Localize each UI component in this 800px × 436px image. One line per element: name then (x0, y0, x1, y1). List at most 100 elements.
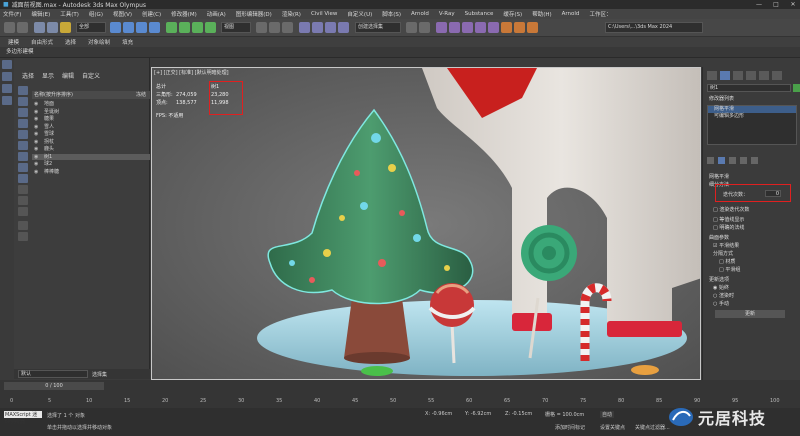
update-button[interactable]: 更新 (715, 310, 785, 318)
scene-menu-item-3[interactable]: 自定义 (82, 71, 100, 80)
modify-tab-icon[interactable] (720, 71, 730, 80)
rollout-title[interactable]: 网格平滑 (709, 173, 729, 180)
ribbon-tab-1[interactable]: 自由形式 (31, 38, 53, 46)
minimize-button[interactable]: — (752, 1, 766, 8)
scene-header[interactable]: 名称(按升序排序) 冻结 (32, 91, 150, 99)
pin-stack-icon[interactable] (707, 157, 714, 164)
modifier-list-dropdown[interactable]: 修改器列表 (707, 95, 797, 103)
time-slider[interactable]: 0 / 100 (4, 382, 104, 390)
coord-z[interactable]: Z: -0.15cm (505, 411, 532, 417)
maximize-button[interactable]: □ (769, 1, 783, 8)
ribbon-tab-2[interactable]: 选择 (65, 38, 76, 46)
update-always-radio[interactable]: ◉ 始终 (713, 284, 729, 291)
visibility-eye-icon[interactable]: ◉ (34, 169, 38, 175)
motion-tab-icon[interactable] (746, 71, 756, 80)
curve-editor-icon[interactable] (462, 22, 473, 33)
viewport-label[interactable]: [+] [正交] [标准] [默认明暗处理] (154, 69, 229, 76)
unlink-icon[interactable] (47, 22, 58, 33)
menu-item-14[interactable]: V-Ray (439, 11, 455, 17)
scale-icon[interactable] (192, 22, 203, 33)
link-icon[interactable] (34, 22, 45, 33)
sep-smoothgroup-checkbox[interactable]: □ 平滑组 (719, 266, 740, 273)
keyboard-shortcut-icon[interactable] (282, 22, 293, 33)
render-frame-icon[interactable] (514, 22, 525, 33)
select-filter-icon[interactable] (2, 60, 12, 69)
align-icon[interactable] (419, 22, 430, 33)
ribbon-tab-3[interactable]: 对象绘制 (88, 38, 110, 46)
selection-set-dropdown[interactable]: 默认 (18, 370, 88, 378)
visibility-eye-icon[interactable]: ◉ (34, 101, 38, 107)
lock-cell-editing-icon[interactable] (18, 232, 28, 241)
window-crossing-icon[interactable] (149, 22, 160, 33)
display-all-icon[interactable] (18, 185, 28, 194)
visibility-eye-icon[interactable]: ◉ (34, 161, 38, 167)
show-end-result-icon[interactable] (718, 157, 725, 164)
maxscript-listener[interactable]: MAXScript 迷你侦听器 (4, 411, 42, 425)
display-filter-icon[interactable] (2, 72, 12, 81)
isoline-checkbox[interactable]: □ 等值线显示 (713, 216, 744, 223)
visibility-eye-icon[interactable]: ◉ (34, 116, 38, 122)
undo-icon[interactable] (4, 22, 15, 33)
ribbon-tab-4[interactable]: 填充 (122, 38, 133, 46)
scene-row[interactable]: ◉ 圣诞树 (32, 109, 150, 115)
scene-row[interactable]: ◉ 雪人 (32, 124, 150, 130)
material-editor-icon[interactable] (488, 22, 499, 33)
key-filter-button[interactable]: 关键点过滤器... (635, 424, 670, 431)
pivot-icon[interactable] (256, 22, 267, 33)
xrefs-filter-icon[interactable] (18, 163, 28, 172)
visibility-eye-icon[interactable]: ◉ (34, 154, 38, 160)
render-iterations-checkbox[interactable]: □ 渲染迭代次数 (713, 206, 749, 213)
configure-sets-icon[interactable] (751, 157, 758, 164)
visibility-eye-icon[interactable]: ◉ (34, 146, 38, 152)
sep-material-checkbox[interactable]: □ 材质 (719, 258, 735, 265)
snap-toggle-icon[interactable] (299, 22, 310, 33)
hierarchy-icon[interactable] (2, 84, 12, 93)
menu-item-3[interactable]: 组(G) (89, 10, 103, 18)
menu-item-7[interactable]: 动画(A) (207, 10, 226, 18)
menu-item-12[interactable]: 脚本(S) (382, 10, 401, 18)
lights-filter-icon[interactable] (18, 108, 28, 117)
scene-menu-item-1[interactable]: 显示 (42, 71, 54, 80)
cameras-filter-icon[interactable] (18, 119, 28, 128)
sync-selection-icon[interactable] (18, 221, 28, 230)
explicit-normals-checkbox[interactable]: □ 明确的法线 (713, 224, 744, 231)
scene-row[interactable]: ◉ 鹿头 (32, 146, 150, 152)
smooth-result-checkbox[interactable]: ☑ 平滑结果 (713, 242, 739, 249)
menu-item-1[interactable]: 编辑(E) (31, 10, 50, 18)
select-manipulate-icon[interactable] (269, 22, 280, 33)
menu-item-17[interactable]: 帮助(H) (532, 10, 551, 18)
make-unique-icon[interactable] (729, 157, 736, 164)
groups-filter-icon[interactable] (18, 152, 28, 161)
visibility-eye-icon[interactable]: ◉ (34, 139, 38, 145)
scene-row[interactable]: ◉ 糖果 (32, 116, 150, 122)
menu-item-0[interactable]: 文件(F) (3, 10, 21, 18)
redo-icon[interactable] (17, 22, 28, 33)
display-none-icon[interactable] (18, 196, 28, 205)
angle-snap-icon[interactable] (312, 22, 323, 33)
spinner-snap-icon[interactable] (338, 22, 349, 33)
autokey-button[interactable]: 自动 (600, 411, 615, 418)
add-time-tag[interactable]: 添加时间标记 (555, 424, 585, 431)
render-setup-icon[interactable] (501, 22, 512, 33)
object-color-swatch[interactable] (793, 84, 800, 92)
scene-menu-item-2[interactable]: 编辑 (62, 71, 74, 80)
menu-item-13[interactable]: Arnold (411, 11, 429, 17)
update-render-radio[interactable]: ○ 渲染时 (713, 292, 734, 299)
scene-row[interactable]: ◉ 棒棒糖 (32, 169, 150, 175)
coord-x[interactable]: X: -0.96cm (425, 411, 452, 417)
display-tab-icon[interactable] (759, 71, 769, 80)
named-selection-dropdown[interactable]: 创建选择集 (355, 22, 401, 33)
rect-selection-icon[interactable] (136, 22, 147, 33)
render-icon[interactable] (527, 22, 538, 33)
scene-row[interactable]: ◉ 雪球 (32, 131, 150, 137)
schematic-view-icon[interactable] (475, 22, 486, 33)
close-button[interactable]: ✕ (786, 1, 800, 8)
update-manual-radio[interactable]: ○ 手动 (713, 300, 729, 307)
menu-item-6[interactable]: 修改器(M) (171, 10, 197, 18)
scene-row[interactable]: ◉ 树1 (32, 153, 150, 160)
menu-item-10[interactable]: Civil View (311, 11, 337, 17)
move-icon[interactable] (166, 22, 177, 33)
geometry-filter-icon[interactable] (18, 86, 28, 95)
project-path-field[interactable]: C:\Users\...\3ds Max 2024 (605, 22, 703, 33)
helpers-filter-icon[interactable] (18, 130, 28, 139)
